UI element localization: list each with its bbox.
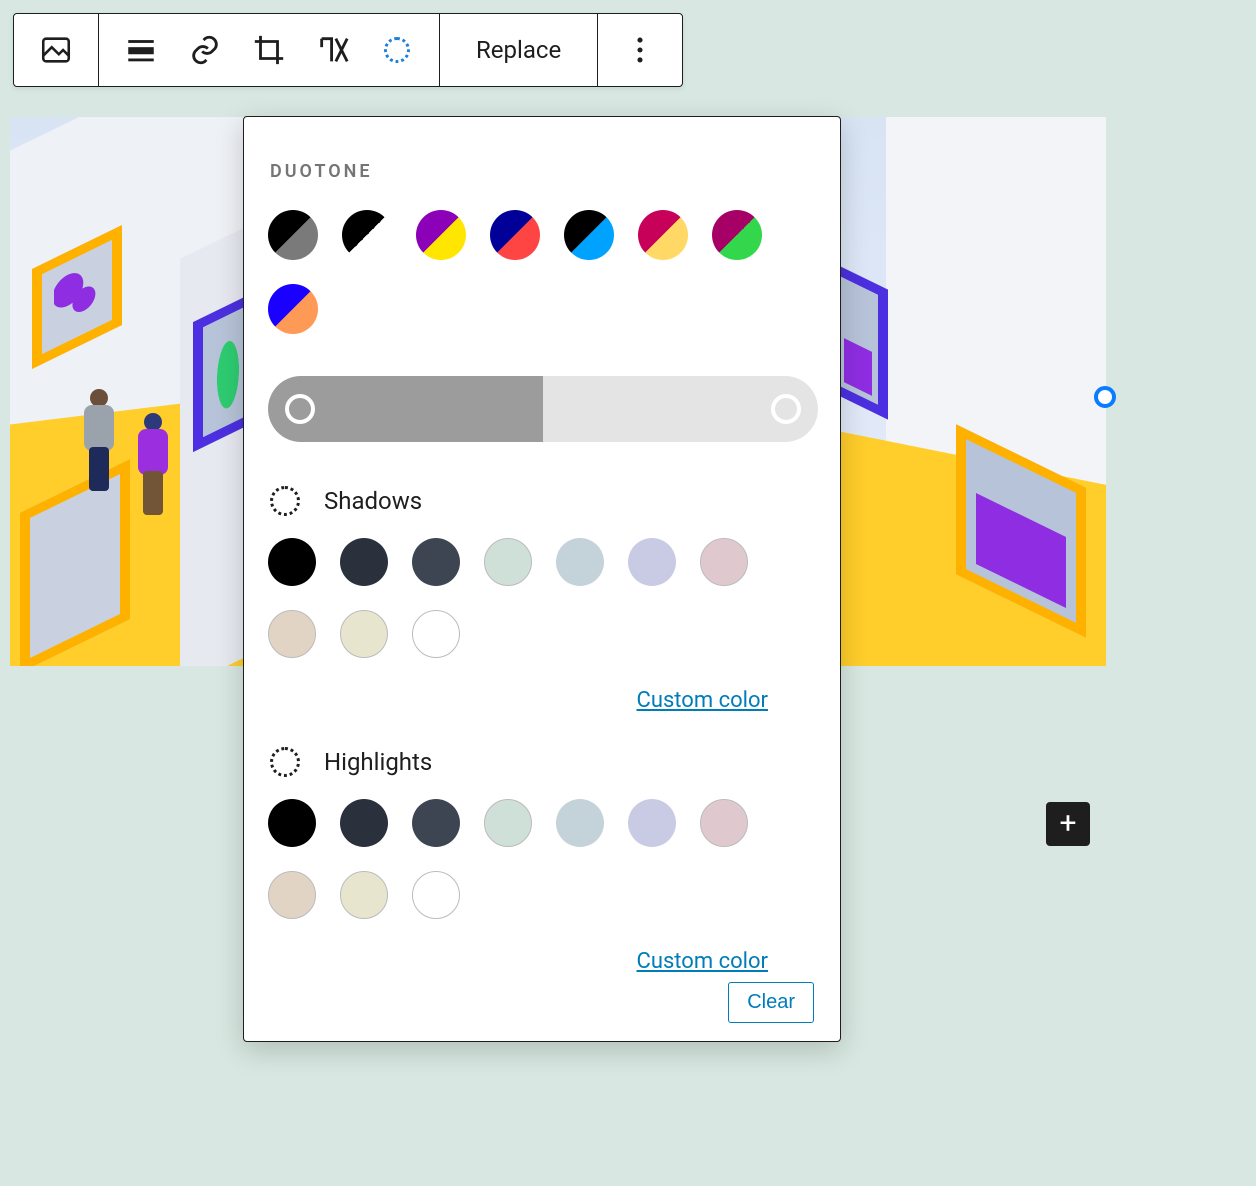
gradient-handle-highlights[interactable] — [771, 394, 801, 424]
duotone-presets — [268, 210, 802, 334]
highlights-swatch[interactable] — [556, 799, 604, 847]
clear-button[interactable]: Clear — [728, 982, 814, 1023]
duotone-button[interactable] — [365, 14, 429, 86]
duotone-preset-magenta-yellow[interactable] — [638, 210, 688, 260]
illustration-person — [82, 389, 116, 489]
shadows-swatch[interactable] — [268, 538, 316, 586]
highlights-section-header: Highlights — [270, 747, 802, 777]
shadows-swatch[interactable] — [700, 538, 748, 586]
shadows-swatches — [268, 538, 788, 658]
shadows-section-header: Shadows — [270, 486, 802, 516]
shadows-label: Shadows — [324, 487, 422, 515]
block-type-image-icon[interactable] — [24, 14, 88, 86]
color-indicator-icon — [270, 486, 300, 516]
highlights-swatch[interactable] — [268, 799, 316, 847]
color-indicator-icon — [270, 747, 300, 777]
gradient-handle-shadows[interactable] — [285, 394, 315, 424]
highlights-swatch[interactable] — [268, 871, 316, 919]
text-overlay-button[interactable] — [301, 14, 365, 86]
highlights-swatch[interactable] — [700, 799, 748, 847]
shadows-swatch[interactable] — [268, 610, 316, 658]
duotone-preset-purple-green[interactable] — [712, 210, 762, 260]
add-block-button[interactable]: + — [1046, 802, 1090, 846]
shadows-swatch[interactable] — [412, 610, 460, 658]
shadows-swatch[interactable] — [484, 538, 532, 586]
replace-button[interactable]: Replace — [450, 14, 587, 86]
highlights-swatches — [268, 799, 788, 919]
duotone-gradient-bar[interactable] — [268, 376, 818, 442]
duotone-heading: DUOTONE — [270, 161, 802, 182]
shadows-swatch[interactable] — [340, 610, 388, 658]
highlights-swatch[interactable] — [412, 871, 460, 919]
highlights-swatch[interactable] — [340, 799, 388, 847]
illustration-person — [136, 413, 170, 513]
highlights-swatch[interactable] — [484, 799, 532, 847]
crop-button[interactable] — [237, 14, 301, 86]
duotone-icon — [384, 37, 410, 63]
link-button[interactable] — [173, 14, 237, 86]
shadows-swatch[interactable] — [412, 538, 460, 586]
highlights-swatch[interactable] — [340, 871, 388, 919]
plus-icon: + — [1059, 809, 1076, 839]
shadows-swatch[interactable] — [340, 538, 388, 586]
duotone-preset-blue-red[interactable] — [490, 210, 540, 260]
duotone-preset-midnight[interactable] — [564, 210, 614, 260]
block-toolbar: Replace — [13, 13, 683, 87]
duotone-preset-dark-grayscale[interactable] — [268, 210, 318, 260]
duotone-preset-blue-orange[interactable] — [268, 284, 318, 334]
highlights-label: Highlights — [324, 748, 432, 776]
align-button[interactable] — [109, 14, 173, 86]
image-resize-handle[interactable] — [1094, 386, 1116, 408]
shadows-swatch[interactable] — [556, 538, 604, 586]
shadows-swatch[interactable] — [628, 538, 676, 586]
highlights-swatch[interactable] — [628, 799, 676, 847]
highlights-swatch[interactable] — [412, 799, 460, 847]
duotone-preset-grayscale[interactable] — [342, 210, 392, 260]
shadows-custom-color-link[interactable]: Custom color — [268, 688, 768, 713]
duotone-preset-purple-yellow[interactable] — [416, 210, 466, 260]
duotone-popover: DUOTONE Shadows Custom color Highlights … — [243, 116, 841, 1042]
more-options-button[interactable] — [608, 14, 672, 86]
highlights-custom-color-link[interactable]: Custom color — [268, 949, 768, 974]
